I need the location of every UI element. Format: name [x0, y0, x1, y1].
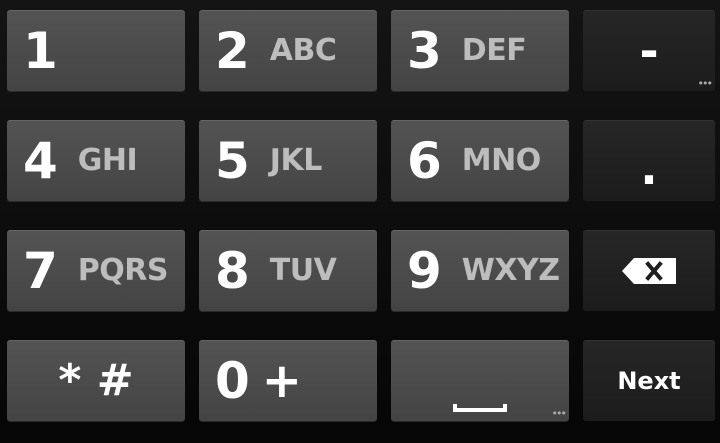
key-star-hash[interactable]: * # — [7, 340, 185, 421]
key-7-number: 7 — [23, 242, 58, 300]
key-9[interactable]: 9 WXYZ — [391, 230, 569, 311]
more-ellipsis-icon: ••• — [551, 407, 568, 420]
key-9-number: 9 — [407, 242, 442, 300]
backspace-button[interactable] — [583, 230, 715, 311]
numeric-keypad: 1 2 ABC 3 DEF - ••• 4 GHI 5 JKL 6 MNO . … — [0, 0, 720, 443]
next-label: Next — [617, 367, 681, 395]
key-4-number: 4 — [23, 132, 58, 190]
key-2-letters: ABC — [269, 33, 337, 68]
more-ellipsis-icon: ••• — [697, 77, 714, 90]
key-1[interactable]: 1 — [7, 10, 185, 91]
key-6-number: 6 — [407, 132, 442, 190]
key-8[interactable]: 8 TUV — [199, 230, 377, 311]
next-button[interactable]: Next — [583, 340, 715, 421]
key-7-letters: PQRS — [77, 253, 169, 288]
key-7[interactable]: 7 PQRS — [7, 230, 185, 311]
key-5[interactable]: 5 JKL — [199, 120, 377, 201]
key-2-number: 2 — [215, 22, 250, 80]
space-icon — [453, 404, 507, 412]
key-5-number: 5 — [215, 132, 250, 190]
key-5-letters: JKL — [269, 143, 323, 178]
key-0[interactable]: 0 + — [199, 340, 377, 421]
key-4-letters: GHI — [77, 143, 138, 178]
key-3-letters: DEF — [461, 33, 527, 68]
key-3[interactable]: 3 DEF — [391, 10, 569, 91]
space-key[interactable]: ••• — [391, 340, 569, 421]
key-6[interactable]: 6 MNO — [391, 120, 569, 201]
key-4[interactable]: 4 GHI — [7, 120, 185, 201]
key-3-number: 3 — [407, 22, 442, 80]
key-8-letters: TUV — [269, 253, 337, 288]
key-minus[interactable]: - ••• — [583, 10, 715, 91]
key-period-label: . — [640, 141, 658, 195]
key-period[interactable]: . — [583, 120, 715, 201]
key-9-letters: WXYZ — [461, 253, 560, 288]
key-8-number: 8 — [215, 242, 250, 300]
key-0-plus: + — [261, 353, 303, 409]
key-star-hash-label: * # — [58, 355, 134, 406]
key-6-letters: MNO — [461, 143, 541, 178]
key-minus-label: - — [639, 24, 659, 78]
key-1-number: 1 — [23, 22, 58, 80]
backspace-icon — [622, 258, 676, 284]
key-2[interactable]: 2 ABC — [199, 10, 377, 91]
key-0-number: 0 — [215, 352, 250, 410]
